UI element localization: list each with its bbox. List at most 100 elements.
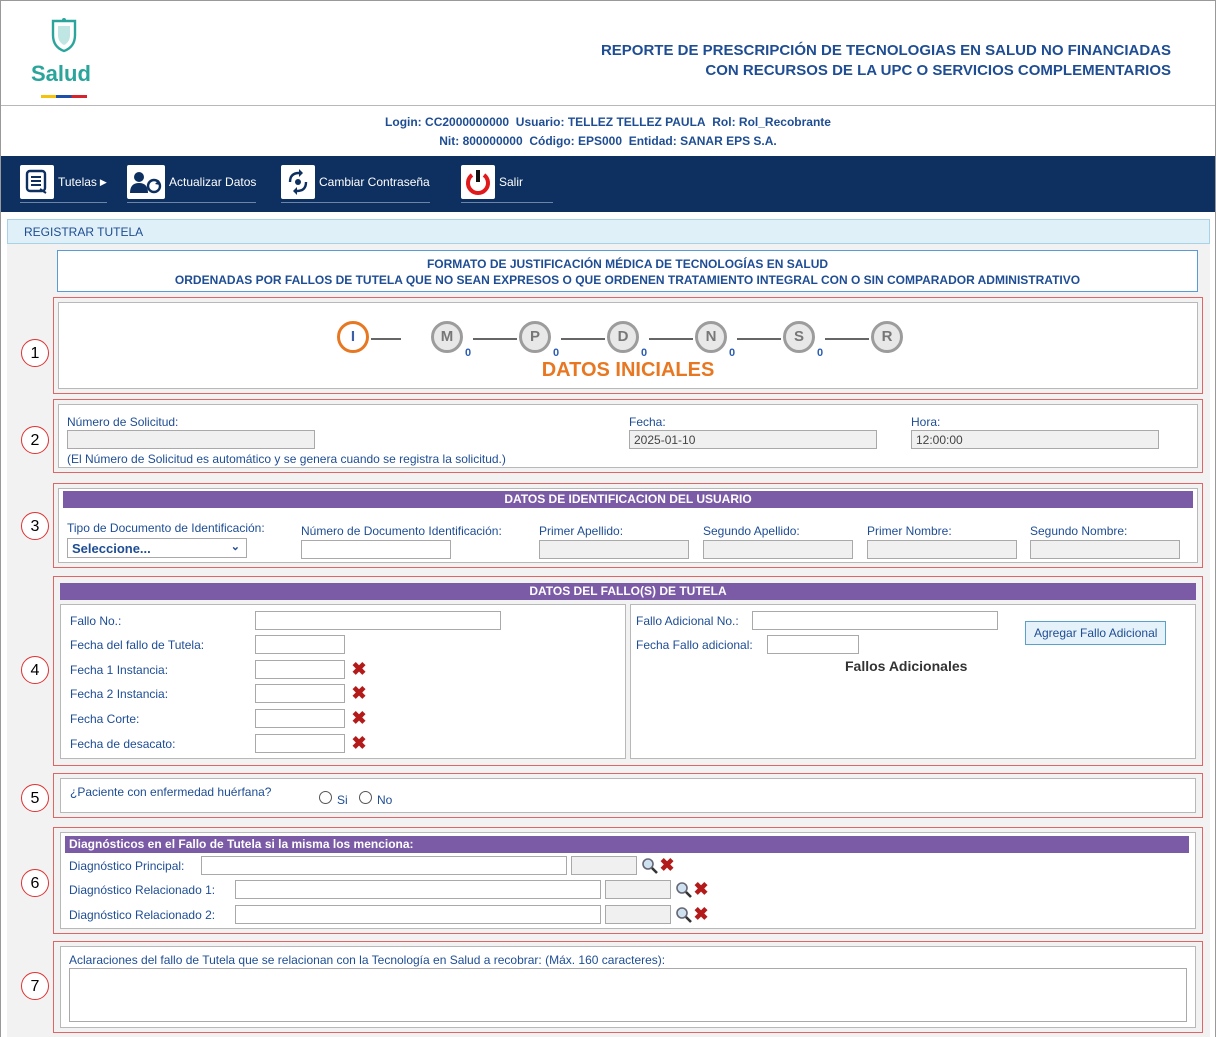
title-line-1: REPORTE DE PRESCRIPCIÓN DE TECNOLOGIAS E…: [600, 42, 1171, 59]
section-number-5: 5: [21, 784, 49, 812]
step-r[interactable]: R: [871, 321, 903, 353]
search-icon[interactable]: [675, 906, 693, 924]
fecha-2-label: Fecha 2 Instancia:: [70, 687, 169, 701]
clear-fecha-2-icon[interactable]: ✖: [351, 684, 367, 702]
fecha-desacato-input[interactable]: [255, 734, 345, 753]
tipo-doc-selected: Seleccione...: [72, 541, 151, 556]
hora-label: Hora:: [911, 415, 941, 429]
huerfana-no-label: No: [377, 793, 393, 807]
section-number-6: 6: [21, 869, 49, 897]
nav-actualizar-label: Actualizar Datos: [169, 175, 257, 189]
step-connector: [649, 338, 693, 340]
section-number-4: 4: [21, 656, 49, 684]
huerfana-si-label: Si: [337, 793, 348, 807]
numero-solicitud-label: Número de Solicitud:: [67, 415, 179, 429]
step-p[interactable]: P: [519, 321, 551, 353]
section-solicitud: Número de Solicitud: (El Número de Solic…: [53, 399, 1203, 473]
format-title-line-2: ORDENADAS POR FALLOS DE TUTELA QUE NO SE…: [174, 273, 1081, 287]
step-connector: [371, 338, 401, 340]
step-connector: [737, 338, 781, 340]
key-cycle-icon: [281, 165, 315, 199]
fecha-1-input[interactable]: [255, 660, 345, 679]
section-steps: I M 0 P 0 D 0 N 0 S 0 R DATOS INICIALES: [53, 297, 1203, 394]
adicional-no-label: Fallo Adicional No.:: [636, 614, 739, 628]
diag-rel2-label: Diagnóstico Relacionado 2:: [69, 908, 216, 922]
clear-fecha-1-icon[interactable]: ✖: [351, 660, 367, 678]
primer-nombre-label: Primer Nombre:: [867, 524, 952, 538]
fallo-right-panel: Fallo Adicional No.: Fecha Fallo adicion…: [630, 604, 1196, 759]
flag-bar: [41, 95, 87, 98]
step-m[interactable]: M: [431, 321, 463, 353]
clear-diag-rel1-icon[interactable]: ✖: [693, 880, 709, 898]
huerfana-no-radio[interactable]: [359, 791, 372, 804]
aclaraciones-textarea[interactable]: [69, 968, 1187, 1022]
rol-value: Rol_Recobrante: [738, 115, 831, 129]
ministry-logo: Salud: [31, 17, 111, 99]
fecha-1-label: Fecha 1 Instancia:: [70, 663, 169, 677]
breadcrumb: REGISTRAR TUTELA: [7, 219, 1210, 244]
fecha-fallo-input[interactable]: [255, 635, 345, 654]
adicional-no-input[interactable]: [752, 611, 998, 630]
codigo-label: Código:: [529, 134, 575, 148]
session-info: Login: CC2000000000 Usuario: TELLEZ TELL…: [1, 113, 1215, 151]
section-number-7: 7: [21, 972, 49, 1000]
document-list-icon: [20, 165, 54, 199]
search-icon[interactable]: [675, 881, 693, 899]
segundo-nombre-input[interactable]: [1030, 540, 1180, 559]
diag-rel1-input[interactable]: [235, 880, 601, 899]
fecha-corte-input[interactable]: [255, 709, 345, 728]
chevron-down-icon: ⌄: [230, 541, 240, 553]
fecha-input[interactable]: [629, 430, 877, 449]
usuario-value: TELLEZ TELLEZ PAULA: [567, 115, 706, 129]
primer-nombre-input[interactable]: [867, 540, 1017, 559]
nav-tutelas-label: Tutelas: [58, 175, 97, 189]
fecha-adicional-input[interactable]: [767, 635, 859, 654]
diag-principal-input[interactable]: [201, 856, 567, 875]
fecha-adicional-label: Fecha Fallo adicional:: [636, 638, 753, 652]
section-number-3: 3: [21, 512, 49, 540]
huerfana-si-radio[interactable]: [319, 791, 332, 804]
fallos-adicionales-title: Fallos Adicionales: [845, 658, 968, 674]
clear-diag-rel2-icon[interactable]: ✖: [693, 905, 709, 923]
diag-rel1-code[interactable]: [605, 880, 671, 899]
user-refresh-icon: [127, 165, 165, 199]
entidad-value: SANAR EPS S.A.: [680, 134, 777, 148]
aclaraciones-panel: Aclaraciones del fallo de Tutela que se …: [60, 946, 1196, 1028]
title-line-2: CON RECURSOS DE LA UPC O SERVICIOS COMPL…: [705, 62, 1171, 79]
section-diagnosticos: Diagnósticos en el Fallo de Tutela si la…: [53, 827, 1203, 934]
fecha-label: Fecha:: [629, 415, 666, 429]
step-s[interactable]: S: [783, 321, 815, 353]
clear-diag-principal-icon[interactable]: ✖: [659, 856, 675, 874]
huerfana-question: ¿Paciente con enfermedad huérfana?: [70, 785, 272, 799]
step-n[interactable]: N: [695, 321, 727, 353]
fecha-fallo-label: Fecha del fallo de Tutela:: [70, 638, 205, 652]
hora-input[interactable]: [911, 430, 1159, 449]
login-value: CC2000000000: [425, 115, 510, 129]
section-number-1: 1: [21, 339, 49, 367]
tipo-doc-select[interactable]: Seleccione... ⌄: [67, 538, 247, 558]
clear-fecha-desacato-icon[interactable]: ✖: [351, 734, 367, 752]
diag-rel2-code[interactable]: [605, 905, 671, 924]
step-d[interactable]: D: [607, 321, 639, 353]
nav-cambiar-contrasena[interactable]: Cambiar Contraseña: [281, 165, 430, 203]
diag-rel1-label: Diagnóstico Relacionado 1:: [69, 883, 216, 897]
agregar-fallo-button[interactable]: Agregar Fallo Adicional: [1025, 621, 1167, 645]
fallo-no-input[interactable]: [255, 611, 501, 630]
nav-tutelas[interactable]: Tutelas ▶: [20, 165, 107, 203]
primer-apellido-input[interactable]: [539, 540, 689, 559]
segundo-apellido-input[interactable]: [703, 540, 853, 559]
fecha-2-input[interactable]: [255, 684, 345, 703]
nav-salir[interactable]: Salir: [461, 165, 554, 203]
format-title-line-1: FORMATO DE JUSTIFICACIÓN MÉDICA DE TECNO…: [426, 257, 829, 271]
fecha-desacato-label: Fecha de desacato:: [70, 737, 176, 751]
nav-actualizar-datos[interactable]: Actualizar Datos: [127, 165, 257, 203]
numero-solicitud-input[interactable]: [67, 430, 315, 449]
diag-principal-code[interactable]: [571, 856, 637, 875]
nit-label: Nit:: [439, 134, 460, 148]
search-icon[interactable]: [641, 857, 659, 875]
header: Salud REPORTE DE PRESCRIPCIÓN DE TECNOLO…: [1, 1, 1215, 106]
step-i[interactable]: I: [337, 321, 369, 353]
num-doc-input[interactable]: [301, 540, 451, 559]
diag-rel2-input[interactable]: [235, 905, 601, 924]
clear-fecha-corte-icon[interactable]: ✖: [351, 709, 367, 727]
